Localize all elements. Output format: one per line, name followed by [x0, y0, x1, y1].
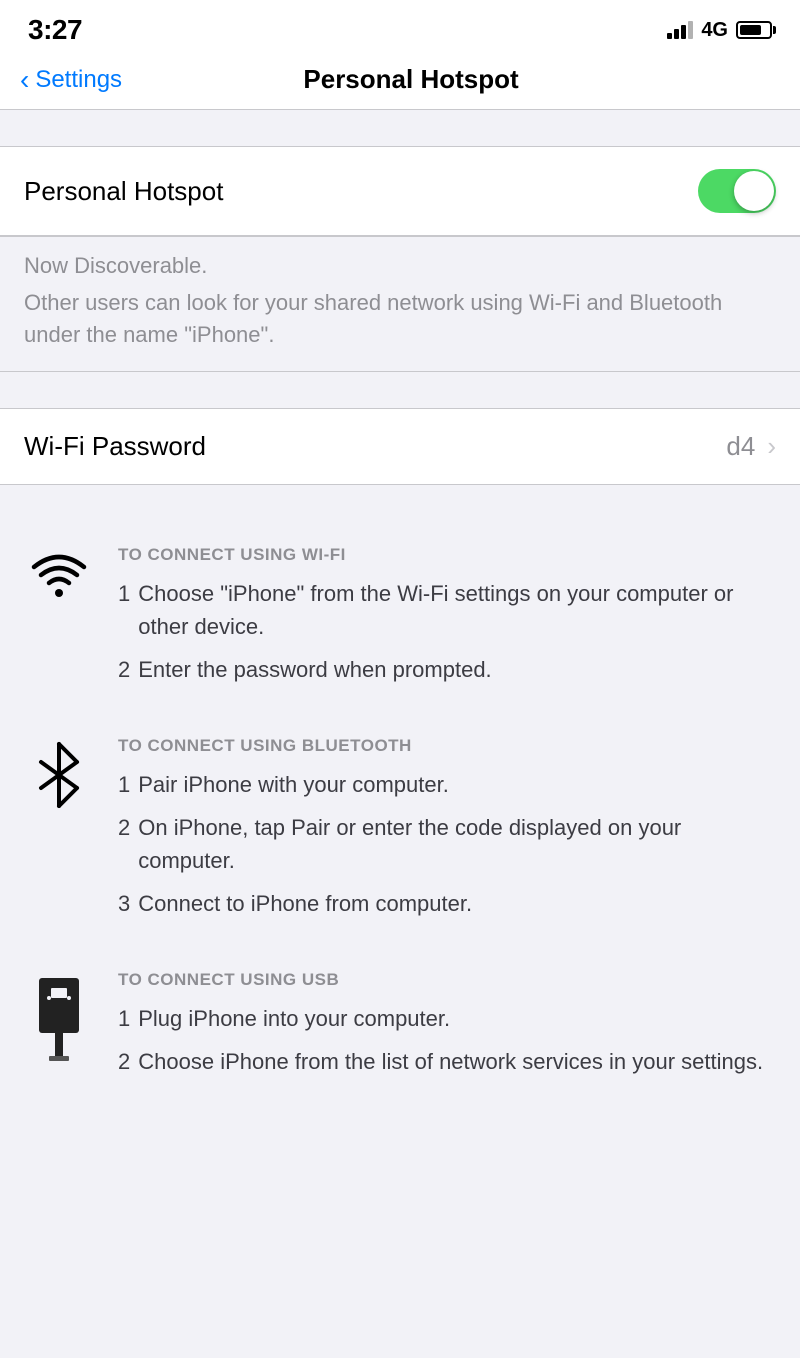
wifi-step-1: 1 Choose "iPhone" from the Wi-Fi setting… — [118, 577, 776, 643]
section-gap-top — [0, 110, 800, 146]
bt-step-1-text: Pair iPhone with your computer. — [138, 768, 776, 801]
back-button[interactable]: ‹ Settings — [20, 66, 122, 94]
bt-step-3: 3 Connect to iPhone from computer. — [118, 887, 776, 920]
bluetooth-heading: TO CONNECT USING BLUETOOTH — [118, 736, 776, 756]
status-time: 3:27 — [28, 14, 82, 46]
hotspot-label: Personal Hotspot — [24, 176, 698, 207]
discoverable-desc: Other users can look for your shared net… — [24, 287, 776, 351]
instructions-section: TO CONNECT USING WI-FI 1 Choose "iPhone"… — [0, 521, 800, 1088]
hotspot-toggle-row: Personal Hotspot — [0, 146, 800, 236]
section-gap-mid — [0, 372, 800, 408]
discoverable-title: Now Discoverable. — [24, 253, 776, 279]
wifi-instruction-block: TO CONNECT USING WI-FI 1 Choose "iPhone"… — [24, 545, 776, 696]
wifi-step-2: 2 Enter the password when prompted. — [118, 653, 776, 686]
network-type: 4G — [701, 19, 728, 42]
usb-heading: TO CONNECT USING USB — [118, 970, 776, 990]
wifi-heading: TO CONNECT USING WI-FI — [118, 545, 776, 565]
usb-step-1-text: Plug iPhone into your computer. — [138, 1002, 776, 1035]
wifi-password-row[interactable]: Wi-Fi Password d4 › — [0, 408, 800, 485]
wifi-step-2-num: 2 — [118, 653, 130, 686]
back-label: Settings — [35, 66, 122, 94]
hotspot-toggle[interactable] — [698, 169, 776, 213]
bluetooth-instruction-content: TO CONNECT USING BLUETOOTH 1 Pair iPhone… — [118, 736, 776, 930]
wifi-step-1-num: 1 — [118, 577, 130, 643]
page-title: Personal Hotspot — [122, 64, 700, 95]
wifi-step-1-text: Choose "iPhone" from the Wi-Fi settings … — [138, 577, 776, 643]
usb-step-2-num: 2 — [118, 1045, 130, 1078]
usb-step-2: 2 Choose iPhone from the list of network… — [118, 1045, 776, 1078]
bluetooth-instruction-block: TO CONNECT USING BLUETOOTH 1 Pair iPhone… — [24, 736, 776, 930]
wifi-password-value: d4 — [726, 431, 755, 462]
section-gap-instructions — [0, 485, 800, 521]
toggle-knob — [734, 171, 774, 211]
status-bar: 3:27 4G — [0, 0, 800, 54]
bt-step-1-num: 1 — [118, 768, 130, 801]
battery-icon — [736, 21, 772, 39]
usb-instruction-block: TO CONNECT USING USB 1 Plug iPhone into … — [24, 970, 776, 1088]
signal-icon — [667, 21, 693, 39]
bluetooth-icon — [24, 736, 94, 810]
bt-step-3-text: Connect to iPhone from computer. — [138, 887, 776, 920]
wifi-password-label: Wi-Fi Password — [24, 431, 726, 462]
chevron-right-icon: › — [767, 431, 776, 462]
usb-step-2-text: Choose iPhone from the list of network s… — [138, 1045, 776, 1078]
bt-step-3-num: 3 — [118, 887, 130, 920]
bt-step-2-num: 2 — [118, 811, 130, 877]
usb-icon — [24, 970, 94, 1064]
bt-step-1: 1 Pair iPhone with your computer. — [118, 768, 776, 801]
nav-bar: ‹ Settings Personal Hotspot — [0, 54, 800, 110]
status-icons: 4G — [667, 19, 772, 42]
wifi-instruction-content: TO CONNECT USING WI-FI 1 Choose "iPhone"… — [118, 545, 776, 696]
back-chevron-icon: ‹ — [20, 66, 29, 94]
wifi-step-2-text: Enter the password when prompted. — [138, 653, 776, 686]
bt-step-2: 2 On iPhone, tap Pair or enter the code … — [118, 811, 776, 877]
bt-step-2-text: On iPhone, tap Pair or enter the code di… — [138, 811, 776, 877]
usb-step-1: 1 Plug iPhone into your computer. — [118, 1002, 776, 1035]
discoverable-section: Now Discoverable. Other users can look f… — [0, 236, 800, 372]
wifi-icon — [24, 545, 94, 599]
usb-step-1-num: 1 — [118, 1002, 130, 1035]
usb-instruction-content: TO CONNECT USING USB 1 Plug iPhone into … — [118, 970, 776, 1088]
